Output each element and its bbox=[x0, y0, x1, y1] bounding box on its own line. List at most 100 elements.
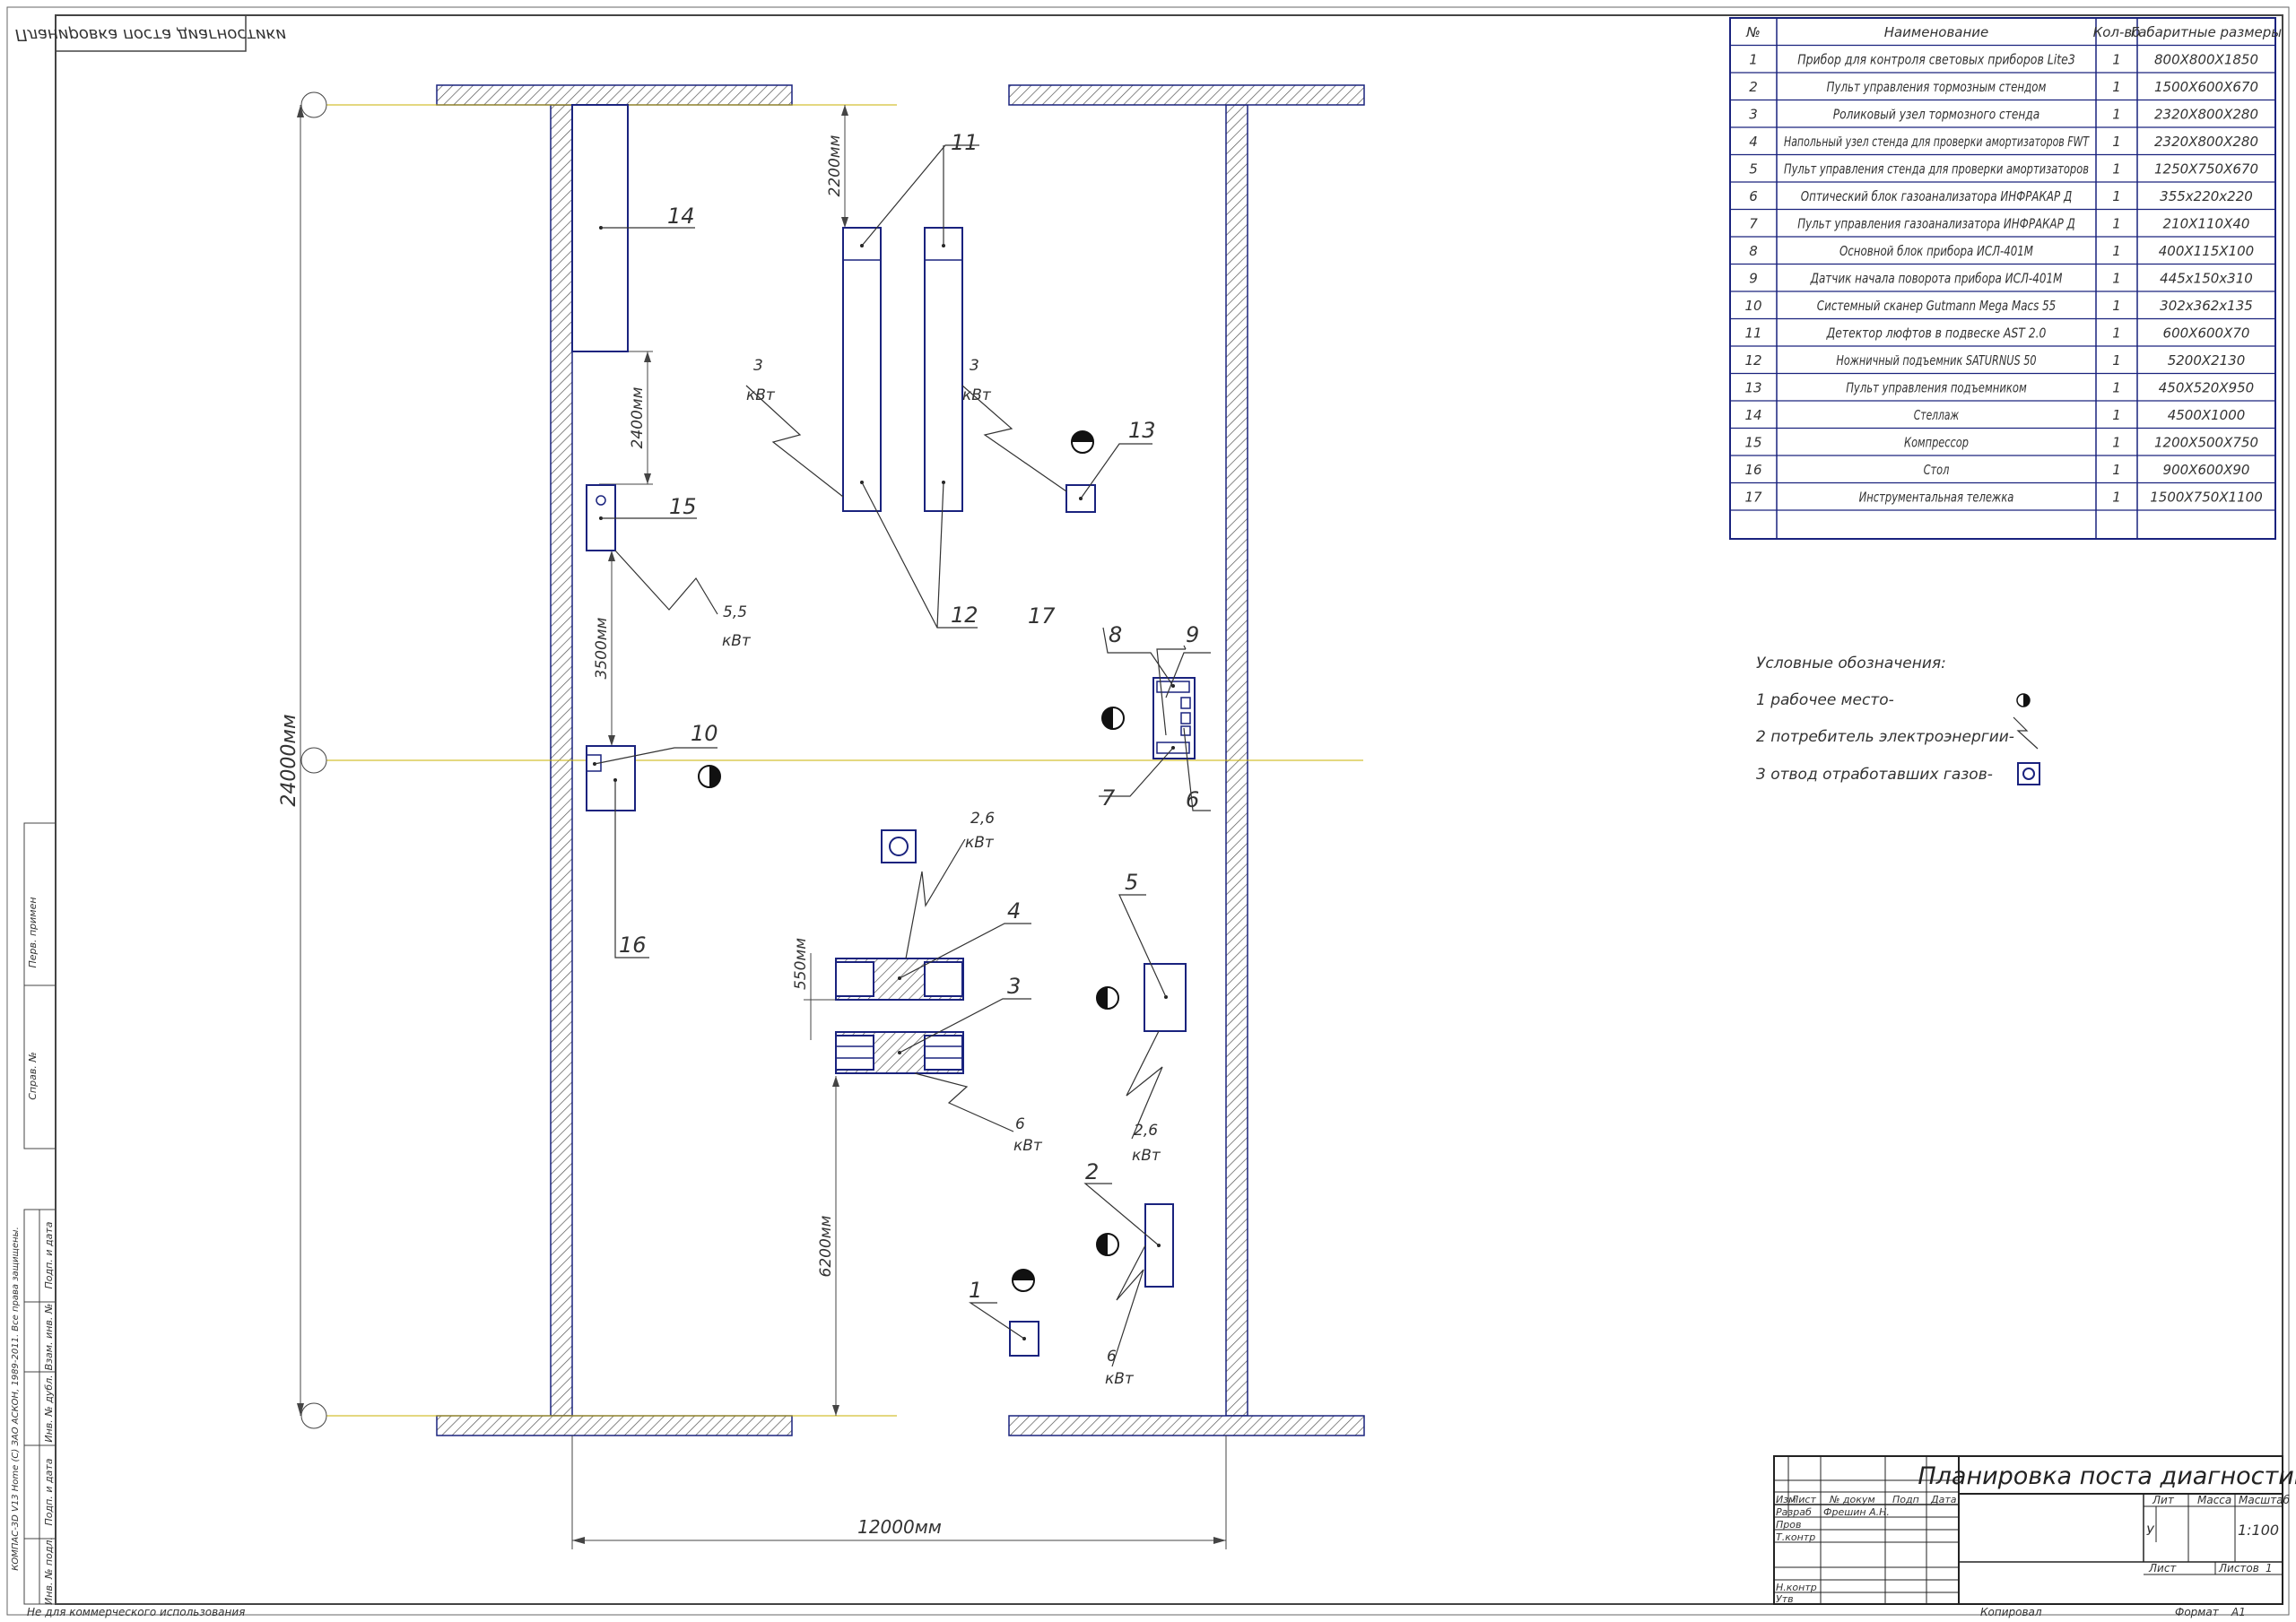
power-value-p1: 3 bbox=[753, 357, 763, 375]
callout-5: 5 bbox=[1125, 870, 1138, 895]
callout-15: 15 bbox=[669, 494, 697, 519]
spec-cell-qty: 1 bbox=[2112, 107, 2121, 123]
spec-cell-num: 3 bbox=[1749, 107, 1758, 123]
spec-cell-name: Ножничный подъемник SATURNUS 50 bbox=[1836, 352, 2036, 369]
vzam-inv-label: Взам. инв. № bbox=[43, 1304, 55, 1371]
spec-cell-size: 400Х115Х100 bbox=[2159, 243, 2254, 259]
spec-cell-qty: 1 bbox=[2112, 435, 2121, 451]
title-scale-label: Масштаб bbox=[2239, 1494, 2291, 1506]
spec-cell-size: 450Х520Х950 bbox=[2159, 380, 2254, 396]
power-value-p3: 5,5 bbox=[723, 603, 747, 621]
spec-header-size: Габаритные размеры bbox=[2131, 24, 2282, 40]
callout-13: 13 bbox=[1128, 418, 1156, 443]
workplace-icon bbox=[1096, 986, 1119, 1010]
dimension-2200: 2200мм bbox=[826, 105, 848, 228]
callout-11: 11 bbox=[951, 130, 978, 155]
title-sheet-label: Лист bbox=[2148, 1562, 2177, 1574]
spec-row: 17 Инструментальная тележка 1 1500Х750Х1100 bbox=[1744, 490, 2262, 506]
spec-cell-num: 1 bbox=[1749, 52, 1758, 68]
spec-cell-qty: 1 bbox=[2112, 380, 2121, 396]
spec-cell-name: Пульт управления газоанализатора ИНФРАКА… bbox=[1797, 216, 2075, 232]
top-wall-left bbox=[436, 84, 793, 106]
spec-cell-qty: 1 bbox=[2112, 188, 2121, 204]
title-row-utv: Утв bbox=[1776, 1593, 1794, 1605]
kompas-copyright: КОМПАС-3D V13 Home (С) ЗАО АСКОН, 1989-2… bbox=[11, 1227, 21, 1571]
dimension-3500: 3500мм bbox=[593, 551, 615, 746]
dimension-width: 12000мм bbox=[571, 1436, 1227, 1549]
footer-kopiroval: Копировал bbox=[1980, 1606, 2042, 1618]
title-row-tkontr: Т.контр bbox=[1776, 1531, 1815, 1543]
title-col-data: Дата bbox=[1930, 1494, 1957, 1505]
callout-17: 17 bbox=[1028, 603, 1056, 629]
spec-row: 2 Пульт управления тормозным стендом 1 1500… bbox=[1749, 79, 2258, 95]
power-lines bbox=[614, 385, 1163, 1367]
spec-cell-qty: 1 bbox=[2112, 271, 2121, 287]
spec-cell-name: Основной блок прибора ИСЛ-401М bbox=[1839, 243, 2033, 259]
workplace-icon bbox=[1071, 430, 1094, 454]
spec-cell-name: Компрессор bbox=[1904, 435, 1969, 451]
spec-cell-num: 16 bbox=[1744, 462, 1761, 478]
spec-cell-num: 8 bbox=[1749, 243, 1758, 259]
title-col-doc: № докум bbox=[1829, 1494, 1875, 1505]
axis-marker-mid bbox=[300, 747, 327, 774]
spec-cell-size: 445х150х310 bbox=[2160, 271, 2253, 287]
equipment-11-detector-left bbox=[842, 227, 882, 512]
top-wall-right bbox=[1008, 84, 1365, 106]
spec-cell-qty: 1 bbox=[2112, 134, 2121, 150]
power-value-p4: 2,6 bbox=[970, 810, 995, 828]
spec-cell-name: Роликовый узел тормозного стенда bbox=[1833, 107, 2039, 123]
spec-row: 10 Системный сканер Gutmann Mega Macs 55 1… bbox=[1744, 298, 2252, 314]
title-lit-label: Лит bbox=[2152, 1494, 2175, 1506]
perv-primen-label: Перв. примен bbox=[27, 897, 39, 967]
spec-cell-name: Системный сканер Gutmann Mega Macs 55 bbox=[1817, 298, 2056, 314]
spec-cell-num: 10 bbox=[1744, 298, 1761, 314]
power-unit-p7: кВт bbox=[1105, 1370, 1135, 1388]
axis-marker-top bbox=[300, 91, 327, 118]
spec-row: 1 Прибор для контроля световых приборов L… bbox=[1749, 52, 2258, 68]
legend-exhaust-icon bbox=[2017, 762, 2040, 785]
spec-cell-size: 2320Х800Х280 bbox=[2154, 107, 2258, 123]
spec-cell-num: 12 bbox=[1744, 352, 1761, 369]
dim-3500: 3500мм bbox=[593, 617, 611, 679]
equipment-12-lift-right bbox=[924, 227, 963, 512]
title-row-nkontr: Н.контр bbox=[1776, 1582, 1817, 1593]
spec-cell-size: 1250Х750Х670 bbox=[2154, 161, 2258, 178]
spec-cell-qty: 1 bbox=[2112, 216, 2121, 232]
callout-6: 6 bbox=[1186, 787, 1199, 812]
dim-550: 550мм bbox=[792, 938, 810, 990]
spec-cell-name: Стеллаж bbox=[1914, 407, 1960, 423]
spec-cell-size: 210Х110Х40 bbox=[2163, 216, 2250, 232]
spec-cell-size: 600Х600Х70 bbox=[2163, 325, 2250, 342]
axis-marker-bottom bbox=[300, 1402, 327, 1429]
spec-row: 16 Стол 1 900Х600Х90 bbox=[1744, 462, 2249, 478]
spec-row: 4 Напольный узел стенда для проверки амор… bbox=[1749, 134, 2258, 150]
spec-cell-size: 4500Х1000 bbox=[2168, 407, 2246, 423]
bottom-wall-right bbox=[1008, 1415, 1365, 1436]
title-lit-value: У bbox=[2146, 1524, 2155, 1539]
mirrored-stamp: Планировка поста диагностики bbox=[15, 14, 286, 52]
legend-title: Условные обозначения: bbox=[1756, 655, 1946, 672]
power-zigzag bbox=[914, 1072, 1014, 1132]
callout-3: 3 bbox=[1007, 974, 1021, 999]
dimension-total-length: 24000мм bbox=[278, 105, 304, 1416]
spec-cell-num: 4 bbox=[1749, 134, 1758, 150]
legend-item-workplace: 1 рабочее место- bbox=[1756, 691, 1894, 709]
inv-dubl-label: Инв. № дубл. bbox=[43, 1375, 55, 1442]
callout-4: 4 bbox=[1007, 898, 1021, 924]
spec-row: 15 Компрессор 1 1200Х500Х750 bbox=[1744, 435, 2258, 451]
spec-cell-name: Прибор для контроля световых приборов Li… bbox=[1797, 52, 2075, 68]
spec-cell-num: 11 bbox=[1744, 325, 1761, 342]
spec-cell-size: 1500Х600Х670 bbox=[2154, 79, 2258, 95]
spec-cell-num: 5 bbox=[1749, 161, 1758, 178]
callout-16: 16 bbox=[619, 932, 647, 958]
title-scale-value: 1:100 bbox=[2238, 1522, 2279, 1539]
spec-row: 14 Стеллаж 1 4500Х1000 bbox=[1744, 407, 2245, 423]
title-row-prov: Пров bbox=[1776, 1519, 1801, 1531]
power-unit-p1: кВт bbox=[746, 386, 776, 404]
power-unit-p5: кВт bbox=[1013, 1137, 1043, 1155]
sprav-label: Справ. № bbox=[27, 1052, 39, 1100]
spec-cell-num: 6 bbox=[1749, 188, 1758, 204]
spec-cell-size: 5200Х2130 bbox=[2168, 352, 2246, 369]
callout-8: 8 bbox=[1109, 622, 1122, 647]
spec-cell-name: Напольный узел стенда для проверки аморт… bbox=[1784, 134, 2090, 150]
